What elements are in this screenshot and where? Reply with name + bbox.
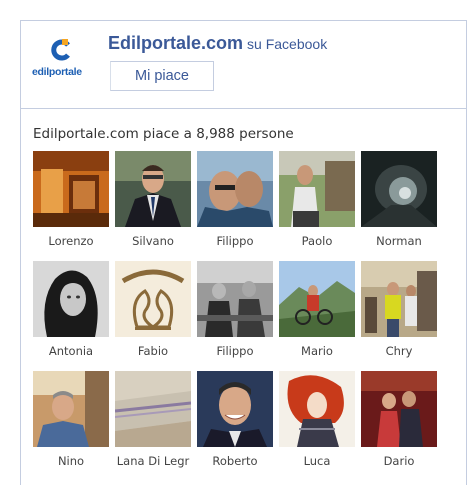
fan-item[interactable]: Roberto [197, 371, 273, 475]
fan-photo [33, 261, 109, 337]
fan-photo [115, 371, 191, 447]
fan-photo [197, 371, 273, 447]
fan-name: Nino [57, 454, 85, 468]
fan-item[interactable]: Norman [361, 151, 437, 255]
fan-name: Mario [301, 344, 333, 358]
like-box-header: edilportale Edilportale.com su Facebook M… [21, 21, 466, 109]
fan-photo [279, 371, 355, 447]
fan-photo [361, 371, 437, 447]
fan-item[interactable]: Chry [361, 261, 437, 365]
logo-wordmark: edilportale [32, 66, 82, 78]
fan-item[interactable]: Filippo [197, 261, 273, 365]
fan-item[interactable]: Filippo [197, 151, 273, 255]
page-name-link[interactable]: Edilportale.com [108, 33, 243, 53]
fan-photo [115, 261, 191, 337]
fan-item[interactable]: Silvano [115, 151, 191, 255]
fan-item[interactable]: Antonia [33, 261, 109, 365]
fan-photo [33, 151, 109, 227]
fan-name: Fabio [137, 344, 169, 358]
page-title-line: Edilportale.com su Facebook [108, 33, 327, 54]
fan-item[interactable]: Luca [279, 371, 355, 475]
fan-name: Antonia [48, 344, 94, 358]
platform-suffix: su Facebook [247, 36, 328, 52]
fan-item[interactable]: Lorenzo [33, 151, 109, 255]
fan-item[interactable]: Fabio [115, 261, 191, 365]
fan-item[interactable]: Lana Di Legr [115, 371, 191, 475]
fan-name: Filippo [216, 344, 254, 358]
fan-name: Filippo [216, 234, 254, 248]
fan-photo [361, 151, 437, 227]
fan-name: Lorenzo [48, 234, 94, 248]
facebook-like-box: edilportale Edilportale.com su Facebook M… [20, 20, 467, 485]
fan-photo [115, 151, 191, 227]
fan-item[interactable]: Nino [33, 371, 109, 475]
fan-name: Paolo [301, 234, 333, 248]
fan-name: Norman [376, 234, 422, 248]
fan-photo [279, 151, 355, 227]
fan-name: Silvano [132, 234, 174, 248]
fan-item[interactable]: Paolo [279, 151, 355, 255]
fan-photo [33, 371, 109, 447]
fan-name: Chry [385, 344, 413, 358]
fan-item[interactable]: Dario [361, 371, 437, 475]
fan-photo [361, 261, 437, 337]
like-button[interactable]: Mi piace [110, 61, 214, 91]
fan-name: Lana Di Legr [116, 454, 190, 468]
edilportale-logo-icon [51, 39, 70, 61]
fan-photo [197, 261, 273, 337]
fan-item[interactable]: Mario [279, 261, 355, 365]
fan-count-text: Edilportale.com piace a 8,988 persone [33, 126, 294, 142]
fan-name: Roberto [212, 454, 258, 468]
fan-name: Luca [303, 454, 331, 468]
fan-photo [279, 261, 355, 337]
page-logo[interactable]: edilportale [32, 39, 88, 89]
fan-photo [197, 151, 273, 227]
fan-name: Dario [383, 454, 415, 468]
